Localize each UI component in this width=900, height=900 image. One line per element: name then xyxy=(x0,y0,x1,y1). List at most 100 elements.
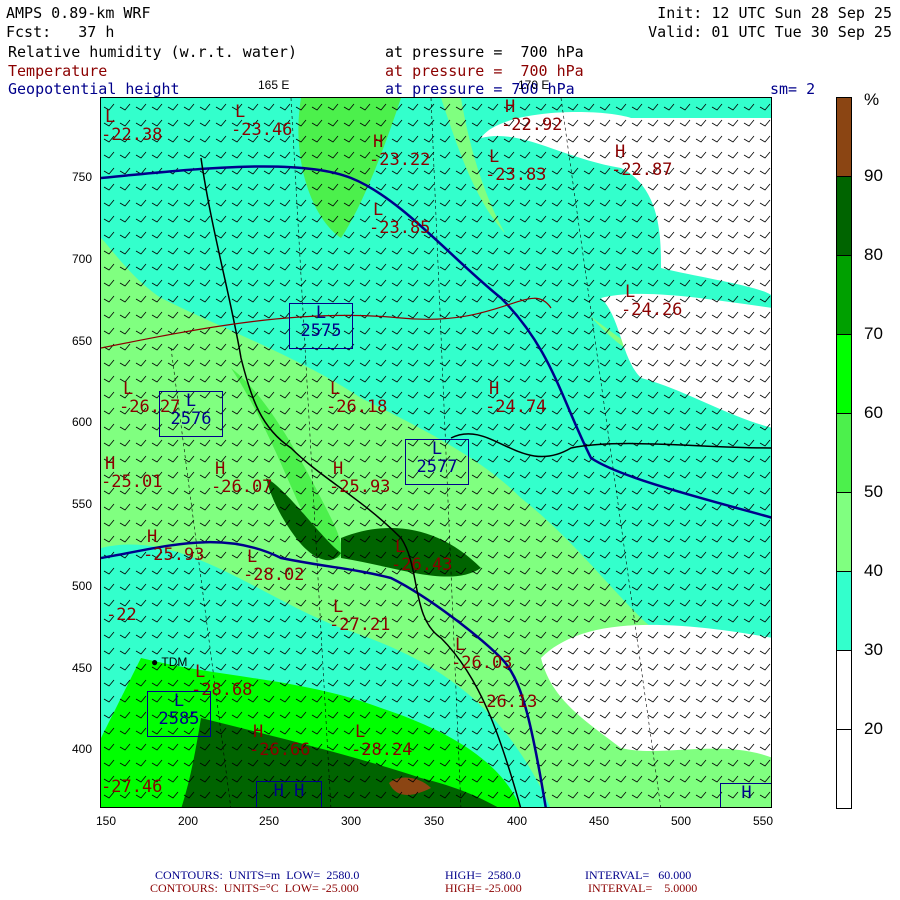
temperature-value: -24.74 xyxy=(485,397,547,417)
temperature-value: -25.93 xyxy=(143,545,205,565)
field-height: Geopotential height xyxy=(8,80,180,98)
extremum-type: L xyxy=(625,282,636,302)
extremum-type: H xyxy=(489,379,500,399)
x-tick: 550 xyxy=(753,814,774,828)
extremum-type: L xyxy=(355,722,366,742)
model-title: AMPS 0.89-km WRF xyxy=(6,4,151,22)
temperature-extremum: H -25.93 xyxy=(329,460,390,496)
colorbar-label: 80 xyxy=(864,245,883,264)
colorbar-swatch xyxy=(836,571,852,651)
temperature-extremum: L -26.43 xyxy=(391,538,452,574)
temperature-extremum: H -24.74 xyxy=(485,380,546,416)
extremum-type: L xyxy=(105,107,116,127)
colorbar-swatch xyxy=(836,729,852,809)
valid-time: Valid: 01 UTC Tue 30 Sep 25 xyxy=(648,23,892,41)
extremum-type: L xyxy=(173,691,185,711)
height-extremum-box: L 2576 xyxy=(159,391,223,437)
extremum-type: L xyxy=(395,537,406,557)
colorbar-swatch xyxy=(836,334,852,414)
extremum-type: L xyxy=(235,102,246,122)
extremum-type: H xyxy=(741,783,752,803)
temperature-extremum: L -23.85 xyxy=(369,201,430,237)
extremum-type: L xyxy=(247,547,258,567)
temperature-extremum: L -23.83 xyxy=(485,148,546,184)
height-value: 2585 xyxy=(158,709,200,729)
height-extremum-box: L 2575 xyxy=(289,303,353,349)
smoothing-label: sm= 2 xyxy=(770,80,816,98)
colorbar-label: 50 xyxy=(864,482,883,501)
extremum-type: H H xyxy=(273,781,305,801)
temperature-extremum: L -22.38 xyxy=(101,108,162,144)
temperature-extremum: H -23.22 xyxy=(369,133,430,169)
extremum-type: H xyxy=(105,454,116,474)
temperature-extremum: L -23.46 xyxy=(231,103,292,139)
temperature-extremum: H -25.93 xyxy=(143,528,204,564)
temperature-extremum: -27.46 xyxy=(101,778,162,796)
station-label: TDM xyxy=(161,655,188,669)
y-tick: 550 xyxy=(72,497,93,511)
temperature-value: -26.18 xyxy=(326,397,388,417)
field-rh-level: at pressure = 700 hPa xyxy=(385,43,584,61)
extremum-type: L xyxy=(373,200,384,220)
station-tdm: ● TDM xyxy=(151,655,187,669)
height-value: 2577 xyxy=(416,457,458,477)
extremum-type: H xyxy=(333,459,344,479)
extremum-type: L xyxy=(185,391,197,411)
footer-temp-interval: INTERVAL= 5.0000 xyxy=(588,881,698,895)
extremum-type: L xyxy=(431,439,443,459)
temperature-extremum: -22 xyxy=(106,606,137,624)
lon-label-170: 170 E xyxy=(518,78,550,92)
field-temp-level: at pressure = 700 hPa xyxy=(385,62,584,80)
colorbar-label: 30 xyxy=(864,640,883,659)
extremum-type: H xyxy=(253,722,264,742)
temperature-extremum: L -26.03 xyxy=(451,636,512,672)
temperature-extremum: H -22.92 xyxy=(501,98,562,134)
height-extremum-box: H xyxy=(720,783,771,807)
extremum-type: L xyxy=(333,597,344,617)
height-value: 2576 xyxy=(170,409,212,429)
temperature-value: -25.93 xyxy=(329,477,391,497)
temperature-value: -23.22 xyxy=(369,150,431,170)
x-tick: 150 xyxy=(96,814,117,828)
colorbar-label: 70 xyxy=(864,324,883,343)
extremum-type: H xyxy=(373,132,384,152)
field-temp: Temperature xyxy=(8,62,108,80)
temperature-extremum: L -27.21 xyxy=(329,598,390,634)
temperature-value: -24.26 xyxy=(621,300,683,320)
temperature-value: -27.46 xyxy=(101,777,163,797)
temperature-value: -26.13 xyxy=(476,692,538,712)
x-tick: 300 xyxy=(341,814,362,828)
temperature-extremum: L -28.24 xyxy=(351,723,412,759)
temperature-value: -22.38 xyxy=(101,125,163,145)
temperature-value: -26.07 xyxy=(211,477,273,497)
colorbar-label: 60 xyxy=(864,403,883,422)
y-tick: 450 xyxy=(72,661,93,675)
extremum-type: L xyxy=(330,379,341,399)
x-tick: 400 xyxy=(507,814,528,828)
colorbar-swatch xyxy=(836,413,852,493)
y-tick: 600 xyxy=(72,415,93,429)
temperature-value: -26.03 xyxy=(451,653,513,673)
height-value: 2575 xyxy=(300,321,342,341)
y-tick: 750 xyxy=(72,170,93,184)
colorbar-label: 40 xyxy=(864,561,883,580)
temperature-value: -27.21 xyxy=(329,615,391,635)
temperature-value: -23.83 xyxy=(485,165,547,185)
init-time: Init: 12 UTC Sun 28 Sep 25 xyxy=(657,4,892,22)
extremum-type: H xyxy=(215,459,226,479)
colorbar-swatch xyxy=(836,97,852,177)
temperature-extremum: L -24.26 xyxy=(621,283,682,319)
y-tick: 500 xyxy=(72,579,93,593)
map-plot: L -23.46 L -22.38 H -23.22 H -22.92 L -23.83 H -22.… xyxy=(100,97,772,808)
temperature-extremum: H -26.07 xyxy=(211,460,272,496)
colorbar-swatch xyxy=(836,176,852,256)
temperature-value: -22.87 xyxy=(611,160,673,180)
temperature-value: -25.01 xyxy=(101,472,163,492)
temperature-value: -26.66 xyxy=(249,740,311,760)
colorbar-swatch xyxy=(836,492,852,572)
temperature-value: -23.85 xyxy=(369,218,431,238)
extremum-type: L xyxy=(455,635,466,655)
x-tick: 350 xyxy=(424,814,445,828)
x-tick: 450 xyxy=(589,814,610,828)
temperature-extremum: H -22.87 xyxy=(611,143,672,179)
